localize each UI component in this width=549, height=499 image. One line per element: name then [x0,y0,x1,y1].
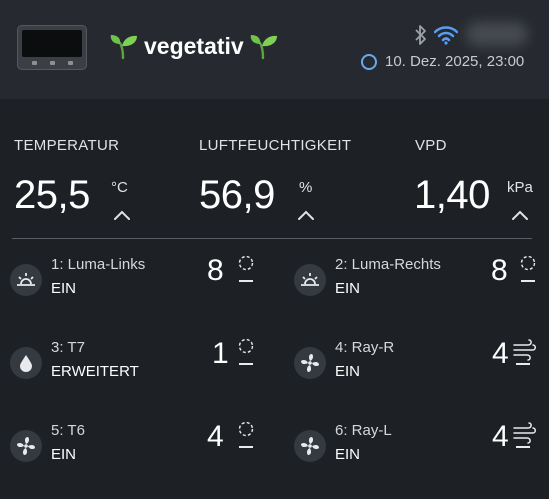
datetime-text: 10. Dez. 2025, 23:00 [385,53,525,70]
sprout-icon [250,35,277,60]
wind-icon [513,422,536,448]
item-mode: EIN [335,446,361,463]
device-button [50,61,55,65]
dashed-circle-icon [238,255,254,282]
metric-value: 25,5 [14,173,90,217]
item-value: 4 [492,337,509,370]
device-button [68,61,73,65]
item-name: 2: Luma-Rechts [335,256,441,273]
fan-icon [294,430,326,462]
item-name: 1: Luma-Links [51,256,146,273]
sun-icon [10,264,42,296]
fan-icon [10,430,42,462]
dashed-circle-icon [238,421,254,448]
metric-label: LUFTFEUCHTIGKEIT [199,137,352,154]
device-item[interactable]: 5: T6 EIN 4 [10,420,280,499]
item-mode: EIN [51,446,77,463]
item-name: 6: Ray-L [335,422,392,439]
device-item[interactable]: 4: Ray-R EIN 4 [294,337,549,417]
dashed-circle-icon [520,255,536,282]
wifi-icon [434,26,458,45]
item-mode: EIN [51,280,77,297]
metric-unit: °C [111,179,128,196]
clock-ring-icon [361,54,377,70]
chevron-up-icon[interactable] [297,209,315,221]
chevron-up-icon[interactable] [511,209,529,221]
droplet-icon [10,347,42,379]
sun-icon [294,264,326,296]
device-item[interactable]: 6: Ray-L EIN 4 [294,420,549,499]
device-thumbnail[interactable] [17,25,87,70]
metric-unit: % [299,179,313,196]
metric-value: 56,9 [199,173,275,217]
divider [12,238,532,239]
item-value: 4 [492,420,509,453]
item-value: 4 [207,420,224,453]
header-bar: vegetativ 10. Dez. 2025, 23:00 [0,0,549,99]
status-icons [414,22,534,48]
metric-value: 1,40 [414,173,490,217]
sprout-icon [110,35,137,60]
device-item[interactable]: 1: Luma-Links EIN 8 [10,254,280,334]
item-mode: EIN [335,280,361,297]
fan-icon [294,347,326,379]
item-value: 1 [212,337,229,370]
device-item[interactable]: 2: Luma-Rechts EIN 8 [294,254,549,334]
device-button [32,61,37,65]
metric-label: VPD [415,137,447,154]
metric-unit: kPa [507,179,533,196]
device-screen [22,30,82,57]
device-item[interactable]: 3: T7 ERWEITERT 1 [10,337,280,417]
item-mode: EIN [335,363,361,380]
bluetooth-icon [415,25,426,45]
chevron-up-icon[interactable] [113,209,131,221]
item-value: 8 [491,254,508,287]
item-value: 8 [207,254,224,287]
dashed-circle-icon [238,338,254,365]
metric-label: TEMPERATUR [14,137,120,154]
title-group[interactable]: vegetativ [108,28,280,64]
item-mode: ERWEITERT [51,363,139,380]
page-title: vegetativ [144,32,244,59]
item-name: 4: Ray-R [335,339,395,356]
item-name: 3: T7 [51,339,85,356]
hidden-info [466,22,528,46]
wind-icon [513,339,536,365]
item-name: 5: T6 [51,422,85,439]
